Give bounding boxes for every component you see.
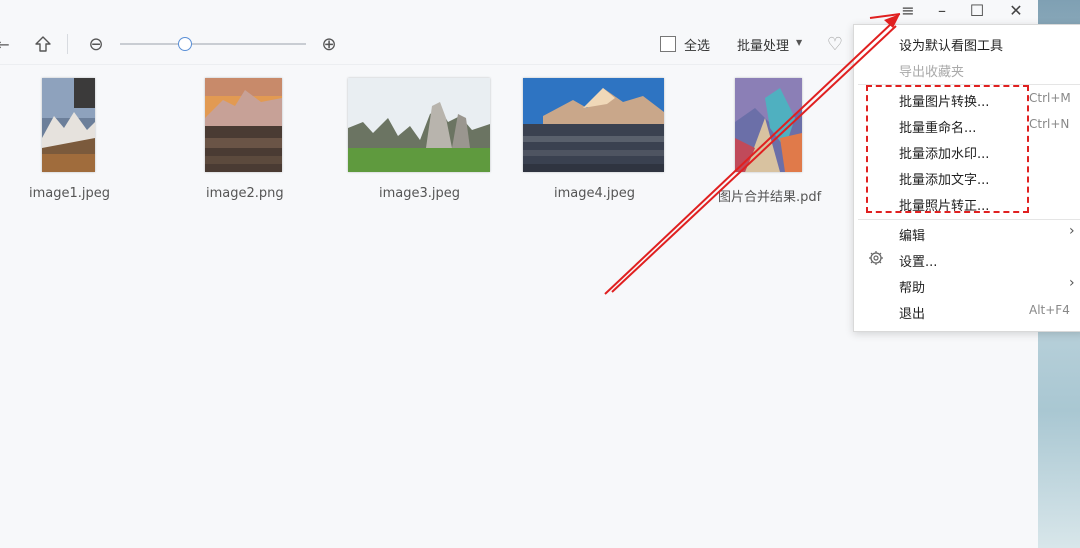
- toolbar-divider: [67, 34, 68, 54]
- menu-item-export-favorites[interactable]: 导出收藏夹: [854, 57, 1080, 81]
- menu-item-label: 设置...: [899, 255, 938, 270]
- batch-process-button[interactable]: 批量处理: [737, 35, 789, 54]
- main-menu-icon[interactable]: ≡: [893, 0, 923, 20]
- thumbnail-picture: [523, 78, 664, 172]
- file-name: image1.jpeg: [29, 186, 111, 201]
- menu-item-help[interactable]: 帮助 ›: [854, 273, 1080, 297]
- menu-item-batch-add-text[interactable]: 批量添加文字...: [854, 165, 1080, 189]
- favorite-icon[interactable]: ♡: [824, 33, 846, 55]
- thumbnail-image1[interactable]: [42, 78, 95, 172]
- menu-item-label: 批量添加水印...: [899, 147, 990, 162]
- up-arrow-glyph: [35, 36, 51, 52]
- menu-divider: [858, 219, 1080, 220]
- menu-item-label: 设为默认看图工具: [899, 39, 1004, 54]
- menu-item-label: 导出收藏夹: [899, 65, 965, 80]
- title-bar: ≡ – ☐ ✕: [0, 0, 1038, 22]
- up-arrow-icon[interactable]: [32, 33, 54, 55]
- menu-item-shortcut: Ctrl+M: [1029, 91, 1071, 105]
- thumbnail-image2[interactable]: [205, 78, 282, 172]
- menu-item-shortcut: Alt+F4: [1029, 303, 1070, 317]
- menu-item-batch-rotate[interactable]: 批量照片转正...: [854, 191, 1080, 215]
- menu-item-batch-watermark[interactable]: 批量添加水印...: [854, 139, 1080, 163]
- menu-item-set-default-viewer[interactable]: 设为默认看图工具: [854, 31, 1080, 55]
- thumbnail-image3[interactable]: [348, 78, 490, 172]
- zoom-out-icon[interactable]: ⊖: [85, 33, 107, 55]
- chevron-right-icon: ›: [1069, 275, 1075, 291]
- chevron-right-icon: ›: [1069, 223, 1075, 239]
- thumbnail-picture: [348, 78, 490, 172]
- menu-item-label: 批量添加文字...: [899, 173, 990, 188]
- back-arrow-icon[interactable]: ←: [0, 32, 12, 56]
- close-icon[interactable]: ✕: [1001, 0, 1031, 20]
- menu-item-shortcut: Ctrl+N: [1029, 117, 1070, 131]
- menu-item-batch-rename[interactable]: 批量重命名... Ctrl+N: [854, 113, 1080, 137]
- minimize-icon[interactable]: –: [927, 0, 957, 20]
- file-name: image3.jpeg: [379, 186, 461, 201]
- maximize-icon[interactable]: ☐: [962, 0, 992, 20]
- menu-item-label: 退出: [899, 307, 926, 322]
- thumbnail-picture: [42, 78, 95, 172]
- menu-divider: [858, 84, 1080, 85]
- file-name: 图片合并结果.pdf: [718, 190, 822, 205]
- file-name: image2.png: [206, 186, 284, 201]
- zoom-slider[interactable]: [120, 43, 306, 45]
- main-dropdown-menu: 设为默认看图工具 导出收藏夹 批量图片转换... Ctrl+M 批量重命名...…: [853, 24, 1080, 332]
- menu-item-label: 批量重命名...: [899, 121, 977, 136]
- menu-item-settings[interactable]: 设置...: [854, 247, 1080, 271]
- gear-glyph: [869, 251, 883, 265]
- select-all-checkbox[interactable]: [660, 36, 676, 52]
- menu-item-label: 帮助: [899, 281, 926, 296]
- menu-item-batch-convert[interactable]: 批量图片转换... Ctrl+M: [854, 87, 1080, 111]
- thumbnail-picture: [735, 78, 802, 172]
- thumbnail-pdf[interactable]: [735, 78, 802, 172]
- menu-item-edit[interactable]: 编辑 ›: [854, 221, 1080, 245]
- menu-item-label: 批量照片转正...: [899, 199, 990, 214]
- gear-icon: [868, 250, 884, 270]
- menu-item-label: 批量图片转换...: [899, 95, 990, 110]
- thumbnail-image4[interactable]: [523, 78, 664, 172]
- file-name: image4.jpeg: [554, 186, 636, 201]
- chevron-down-icon: ▼: [796, 38, 803, 47]
- zoom-slider-thumb[interactable]: [178, 37, 193, 51]
- zoom-in-icon[interactable]: ⊕: [318, 33, 340, 55]
- select-all-label: 全选: [684, 39, 711, 54]
- menu-item-label: 编辑: [899, 229, 926, 244]
- menu-item-exit[interactable]: 退出 Alt+F4: [854, 299, 1080, 323]
- thumbnail-picture: [205, 78, 282, 172]
